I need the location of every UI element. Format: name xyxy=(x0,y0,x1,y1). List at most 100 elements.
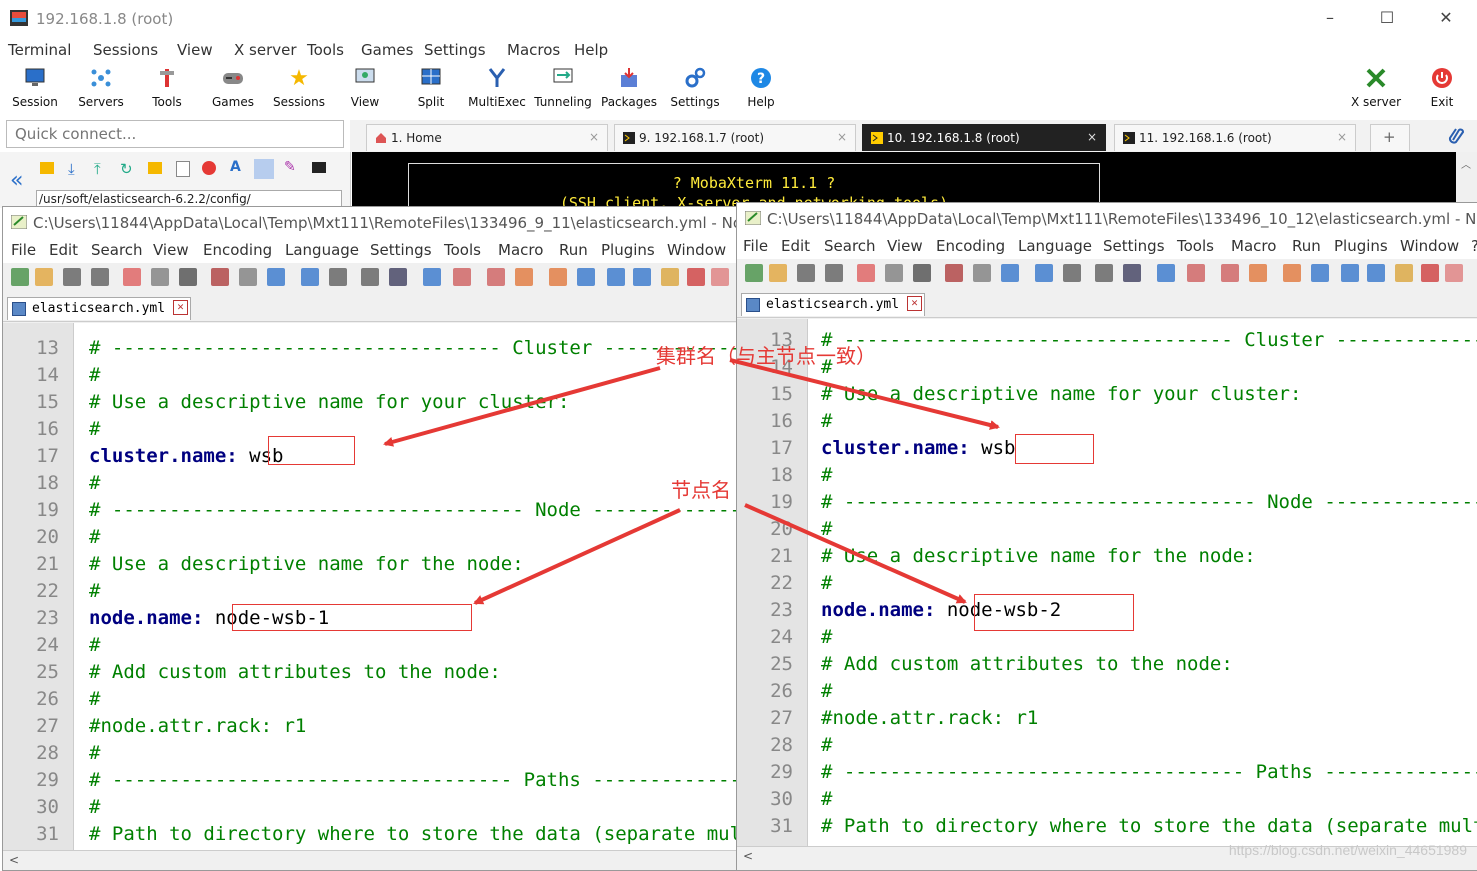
menu-encoding[interactable]: Encoding xyxy=(203,241,272,259)
toolbar-button-icon[interactable] xyxy=(825,264,843,282)
toolbar-button-icon[interactable] xyxy=(885,264,903,282)
toolbar-button-icon[interactable] xyxy=(361,268,379,286)
tab-close-icon[interactable]: × xyxy=(1087,130,1097,144)
new-tab-button[interactable]: + xyxy=(1370,124,1410,151)
quick-connect-input[interactable] xyxy=(13,124,337,144)
close-tab-icon[interactable]: ✕ xyxy=(907,296,922,311)
close-tab-icon[interactable]: ✕ xyxy=(173,300,188,315)
toolbar-button-icon[interactable] xyxy=(1063,264,1081,282)
toolbar-packages-button[interactable]: Packages xyxy=(596,66,662,109)
toolbar-button-icon[interactable] xyxy=(487,268,505,286)
menu-window[interactable]: Window xyxy=(667,241,726,259)
menu-sessions[interactable]: Sessions xyxy=(93,41,158,59)
scroll-up-icon[interactable]: ︿ xyxy=(1461,156,1471,171)
menu-view[interactable]: View xyxy=(153,241,189,259)
rename-icon[interactable]: A xyxy=(230,159,241,175)
menu-macro[interactable]: Macro xyxy=(498,241,543,259)
refresh-icon[interactable]: ↻ xyxy=(120,160,133,178)
toolbar-button-icon[interactable] xyxy=(91,268,109,286)
quick-connect-field[interactable] xyxy=(6,120,344,148)
toolbar-button-icon[interactable] xyxy=(1421,264,1439,282)
folder-up-icon[interactable] xyxy=(40,162,54,174)
maximize-button[interactable]: ☐ xyxy=(1377,8,1397,27)
menu-games[interactable]: Games xyxy=(361,41,413,59)
toolbar-button-icon[interactable] xyxy=(1249,264,1267,282)
close-button[interactable]: ✕ xyxy=(1436,8,1456,27)
toolbar-button-icon[interactable] xyxy=(661,268,679,286)
toolbar-button-icon[interactable] xyxy=(1367,264,1385,282)
toolbar-button-icon[interactable] xyxy=(63,268,81,286)
toolbar-button-icon[interactable] xyxy=(797,264,815,282)
toolbar-multiexec-button[interactable]: MultiExec xyxy=(464,66,530,109)
toolbar-button-icon[interactable] xyxy=(769,264,787,282)
toolbar-button-icon[interactable] xyxy=(633,268,651,286)
toolbar-button-icon[interactable] xyxy=(515,268,533,286)
toolbar-button-icon[interactable] xyxy=(1035,264,1053,282)
tab-session-9[interactable]: 9. 192.168.1.7 (root) × xyxy=(614,124,856,151)
toolbar-button-icon[interactable] xyxy=(711,268,729,286)
toolbar-button-icon[interactable] xyxy=(945,264,963,282)
toolbar-button-icon[interactable] xyxy=(577,268,595,286)
menu-xserver[interactable]: X server xyxy=(234,41,297,59)
menu-view[interactable]: View xyxy=(177,41,213,59)
toolbar-button-icon[interactable] xyxy=(1221,264,1239,282)
delete-icon[interactable] xyxy=(202,161,216,175)
menu-tools[interactable]: Tools xyxy=(1177,237,1214,255)
toolbar-servers-button[interactable]: Servers xyxy=(68,66,134,109)
toolbar-button-icon[interactable] xyxy=(423,268,441,286)
menu-tools[interactable]: Tools xyxy=(307,41,344,59)
toolbar-button-icon[interactable] xyxy=(211,268,229,286)
upload-icon[interactable]: ⤒ xyxy=(94,160,101,178)
toolbar-button-icon[interactable] xyxy=(389,268,407,286)
toolbar-button-icon[interactable] xyxy=(1095,264,1113,282)
toolbar-settings-button[interactable]: Settings xyxy=(662,66,728,109)
toolbar-button-icon[interactable] xyxy=(857,264,875,282)
tab-home[interactable]: 1. Home × xyxy=(366,124,608,151)
toolbar-button-icon[interactable] xyxy=(453,268,471,286)
menu-settings[interactable]: Settings xyxy=(1103,237,1165,255)
menu-tools[interactable]: Tools xyxy=(444,241,481,259)
toolbar-help-button[interactable]: ? Help xyxy=(728,66,794,109)
toolbar-button-icon[interactable] xyxy=(607,268,625,286)
toolbar-button-icon[interactable] xyxy=(687,268,705,286)
menu-file[interactable]: File xyxy=(11,241,36,259)
menu-search[interactable]: Search xyxy=(91,241,143,259)
toolbar-button-icon[interactable] xyxy=(11,268,29,286)
toolbar-button-icon[interactable] xyxy=(123,268,141,286)
toolbar-tools-button[interactable]: Tools xyxy=(134,66,200,109)
menu-settings[interactable]: Settings xyxy=(370,241,432,259)
paperclip-icon[interactable] xyxy=(1448,126,1464,144)
scroll-left-icon[interactable]: < xyxy=(9,853,19,867)
tab-close-icon[interactable]: × xyxy=(589,130,599,144)
menu-encoding[interactable]: Encoding xyxy=(936,237,1005,255)
menu-file[interactable]: File xyxy=(743,237,768,255)
toolbar-tunneling-button[interactable]: Tunneling xyxy=(530,66,596,109)
new-file-icon[interactable] xyxy=(176,161,190,177)
toolbar-split-button[interactable]: Split xyxy=(398,66,464,109)
toolbar-button-icon[interactable] xyxy=(179,268,197,286)
menu-view[interactable]: View xyxy=(887,237,923,255)
notepad-right-editor[interactable]: 13 # ---------------------------------- C… xyxy=(737,319,1477,846)
menu-plugins[interactable]: Plugins xyxy=(601,241,655,259)
toolbar-xserver-button[interactable]: X server xyxy=(1343,66,1409,109)
menu-terminal[interactable]: Terminal xyxy=(8,41,71,59)
menu-macros[interactable]: Macros xyxy=(507,41,560,59)
menu-macro[interactable]: Macro xyxy=(1231,237,1276,255)
menu-edit[interactable]: Edit xyxy=(781,237,810,255)
toolbar-button-icon[interactable] xyxy=(267,268,285,286)
scroll-left-icon[interactable]: < xyxy=(743,849,753,863)
menu-plugins[interactable]: Plugins xyxy=(1334,237,1388,255)
toolbar-button-icon[interactable] xyxy=(301,268,319,286)
menu-search[interactable]: Search xyxy=(824,237,876,255)
toolbar-button-icon[interactable] xyxy=(151,268,169,286)
magic-wand-icon[interactable]: ✎ xyxy=(284,159,296,175)
toolbar-button-icon[interactable] xyxy=(1395,264,1413,282)
toolbar-view-button[interactable]: View xyxy=(332,66,398,109)
toolbar-button-icon[interactable] xyxy=(973,264,991,282)
toolbar-games-button[interactable]: Games xyxy=(200,66,266,109)
toolbar-button-icon[interactable] xyxy=(329,268,347,286)
tab-session-10[interactable]: 10. 192.168.1.8 (root) × xyxy=(862,124,1106,151)
toolbar-button-icon[interactable] xyxy=(913,264,931,282)
notepad-left-editor[interactable]: 13 # ---------------------------------- C… xyxy=(3,323,739,850)
toolbar-button-icon[interactable] xyxy=(1311,264,1329,282)
